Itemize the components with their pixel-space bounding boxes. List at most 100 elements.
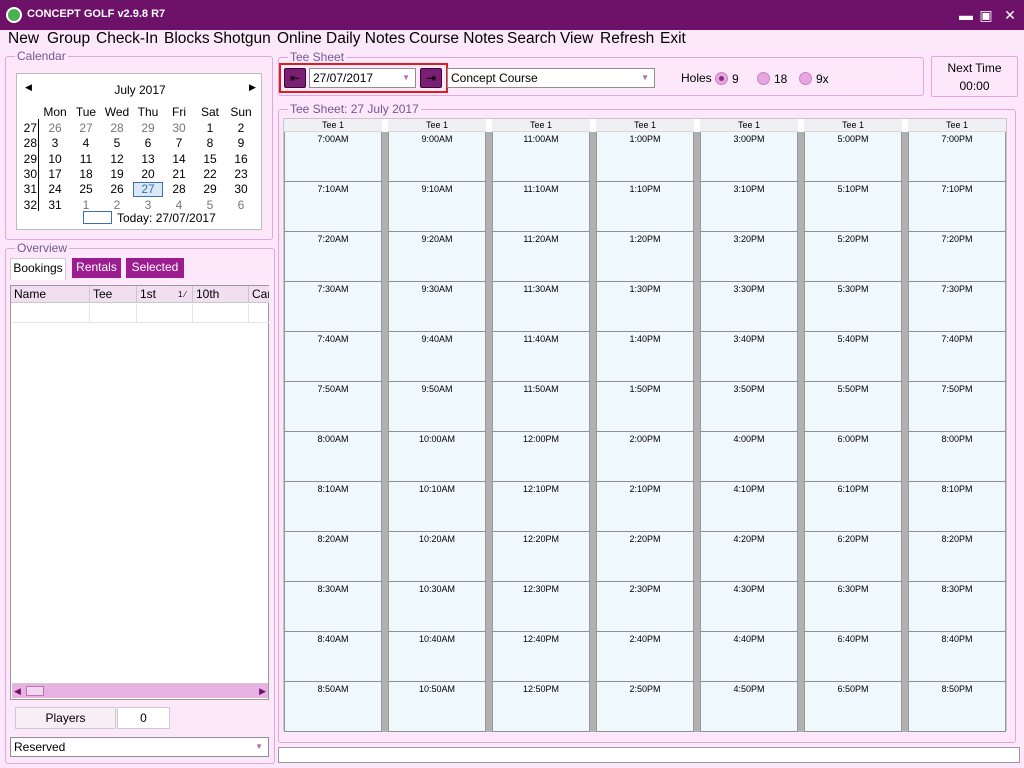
calendar-day[interactable]: 26 (40, 121, 70, 136)
tee-time-slot[interactable]: 7:30PM (908, 282, 1006, 332)
holes-radio-9x[interactable] (799, 72, 812, 85)
tee-time-slot[interactable]: 8:00AM (284, 432, 382, 482)
tee-time-slot[interactable]: 5:10PM (804, 182, 902, 232)
tee-time-slot[interactable]: 6:30PM (804, 582, 902, 632)
calendar-day[interactable]: 21 (164, 167, 194, 182)
booking-status-select[interactable]: Reserved ▼ (10, 737, 269, 757)
tee-time-slot[interactable]: 7:40PM (908, 332, 1006, 382)
tee-time-slot[interactable]: 10:10AM (388, 482, 486, 532)
tee-time-slot[interactable]: 9:20AM (388, 232, 486, 282)
calendar-day[interactable]: 12 (102, 152, 132, 167)
tee-time-slot[interactable]: 9:10AM (388, 182, 486, 232)
players-button[interactable]: Players (15, 707, 116, 729)
tee-column-header[interactable]: Tee 1 (388, 119, 486, 132)
calendar-day[interactable]: 29 (195, 182, 225, 197)
tee-time-slot[interactable]: 7:10AM (284, 182, 382, 232)
tee-time-slot[interactable]: 2:20PM (596, 532, 694, 582)
tee-time-slot[interactable]: 7:00AM (284, 132, 382, 182)
tee-time-slot[interactable]: 1:10PM (596, 182, 694, 232)
tee-time-slot[interactable]: 12:30PM (492, 582, 590, 632)
calendar-day[interactable]: 5 (102, 136, 132, 151)
tee-time-slot[interactable]: 6:40PM (804, 632, 902, 682)
tee-time-slot[interactable]: 12:00PM (492, 432, 590, 482)
menu-view[interactable]: View (560, 30, 593, 48)
calendar-day[interactable]: 29 (133, 121, 163, 136)
tee-column-header[interactable]: Tee 1 (700, 119, 798, 132)
calendar-day[interactable]: 30 (164, 121, 194, 136)
calendar-day[interactable]: 7 (164, 136, 194, 151)
menu-new[interactable]: New (8, 30, 39, 48)
tee-time-slot[interactable]: 8:20PM (908, 532, 1006, 582)
tee-time-slot[interactable]: 12:10PM (492, 482, 590, 532)
next-month-icon[interactable]: ▶ (249, 82, 256, 93)
tee-time-slot[interactable]: 8:50AM (284, 682, 382, 732)
calendar-day[interactable]: 2 (226, 121, 256, 136)
tee-time-slot[interactable]: 6:10PM (804, 482, 902, 532)
tab-selected[interactable]: Selected (126, 258, 184, 278)
tee-time-slot[interactable]: 5:30PM (804, 282, 902, 332)
holes-option-9[interactable]: 9 (732, 72, 739, 86)
tee-time-slot[interactable]: 5:50PM (804, 382, 902, 432)
tee-time-slot[interactable]: 4:10PM (700, 482, 798, 532)
tee-time-slot[interactable]: 7:10PM (908, 182, 1006, 232)
menu-group[interactable]: Group (47, 30, 90, 48)
tee-time-slot[interactable]: 8:10PM (908, 482, 1006, 532)
tee-time-slot[interactable]: 9:40AM (388, 332, 486, 382)
tee-column-header[interactable]: Tee 1 (284, 119, 382, 132)
tee-time-slot[interactable]: 10:20AM (388, 532, 486, 582)
tee-time-slot[interactable]: 7:50AM (284, 382, 382, 432)
calendar-day[interactable]: 9 (226, 136, 256, 151)
menu-refresh[interactable]: Refresh (600, 30, 654, 48)
tee-time-slot[interactable]: 6:20PM (804, 532, 902, 582)
tee-time-slot[interactable]: 10:30AM (388, 582, 486, 632)
calendar-day[interactable]: 31 (40, 198, 70, 213)
tee-time-slot[interactable]: 4:40PM (700, 632, 798, 682)
tee-time-slot[interactable]: 4:00PM (700, 432, 798, 482)
tee-time-slot[interactable]: 9:00AM (388, 132, 486, 182)
tee-time-slot[interactable]: 7:40AM (284, 332, 382, 382)
column-header-car[interactable]: Car (249, 286, 269, 303)
scrollbar-thumb[interactable] (26, 686, 44, 696)
tee-time-slot[interactable]: 3:20PM (700, 232, 798, 282)
tee-time-slot[interactable]: 5:20PM (804, 232, 902, 282)
calendar-day[interactable]: 6 (226, 198, 256, 213)
calendar-day[interactable]: 16 (226, 152, 256, 167)
tee-time-slot[interactable]: 11:30AM (492, 282, 590, 332)
tee-time-slot[interactable]: 7:50PM (908, 382, 1006, 432)
holes-radio-18[interactable] (757, 72, 770, 85)
calendar-day[interactable]: 27 (133, 182, 163, 198)
calendar-day[interactable]: 19 (102, 167, 132, 182)
today-label[interactable]: Today: 27/07/2017 (117, 211, 216, 225)
menu-online[interactable]: Online (277, 30, 322, 48)
tee-time-slot[interactable]: 2:00PM (596, 432, 694, 482)
menu-check-in[interactable]: Check-In (96, 30, 158, 48)
column-header-name[interactable]: Name (11, 286, 90, 303)
holes-option-18[interactable]: 18 (774, 72, 787, 86)
tab-bookings[interactable]: Bookings (10, 258, 66, 280)
calendar-day[interactable]: 13 (133, 152, 163, 167)
calendar-day[interactable]: 20 (133, 167, 163, 182)
maximize-button[interactable]: ▣ (974, 6, 998, 24)
tee-time-slot[interactable]: 4:20PM (700, 532, 798, 582)
calendar-day[interactable]: 30 (226, 182, 256, 197)
tee-time-slot[interactable]: 5:40PM (804, 332, 902, 382)
tee-time-slot[interactable]: 2:10PM (596, 482, 694, 532)
tee-time-slot[interactable]: 2:50PM (596, 682, 694, 732)
menu-exit[interactable]: Exit (660, 30, 686, 48)
tee-time-slot[interactable]: 1:20PM (596, 232, 694, 282)
column-header-10th[interactable]: 10th (193, 286, 249, 303)
tee-time-slot[interactable]: 9:50AM (388, 382, 486, 432)
tee-time-slot[interactable]: 12:20PM (492, 532, 590, 582)
tee-time-slot[interactable]: 12:50PM (492, 682, 590, 732)
tee-column-header[interactable]: Tee 1 (908, 119, 1006, 132)
tee-time-slot[interactable]: 11:00AM (492, 132, 590, 182)
tee-time-slot[interactable]: 3:50PM (700, 382, 798, 432)
calendar-day[interactable]: 26 (102, 182, 132, 197)
tee-time-slot[interactable]: 5:00PM (804, 132, 902, 182)
calendar-day[interactable]: 17 (40, 167, 70, 182)
tee-time-slot[interactable]: 4:30PM (700, 582, 798, 632)
tee-time-slot[interactable]: 4:50PM (700, 682, 798, 732)
date-picker[interactable]: 27/07/2017 ▼ (309, 68, 416, 88)
calendar-day[interactable]: 10 (40, 152, 70, 167)
calendar-day[interactable]: 8 (195, 136, 225, 151)
